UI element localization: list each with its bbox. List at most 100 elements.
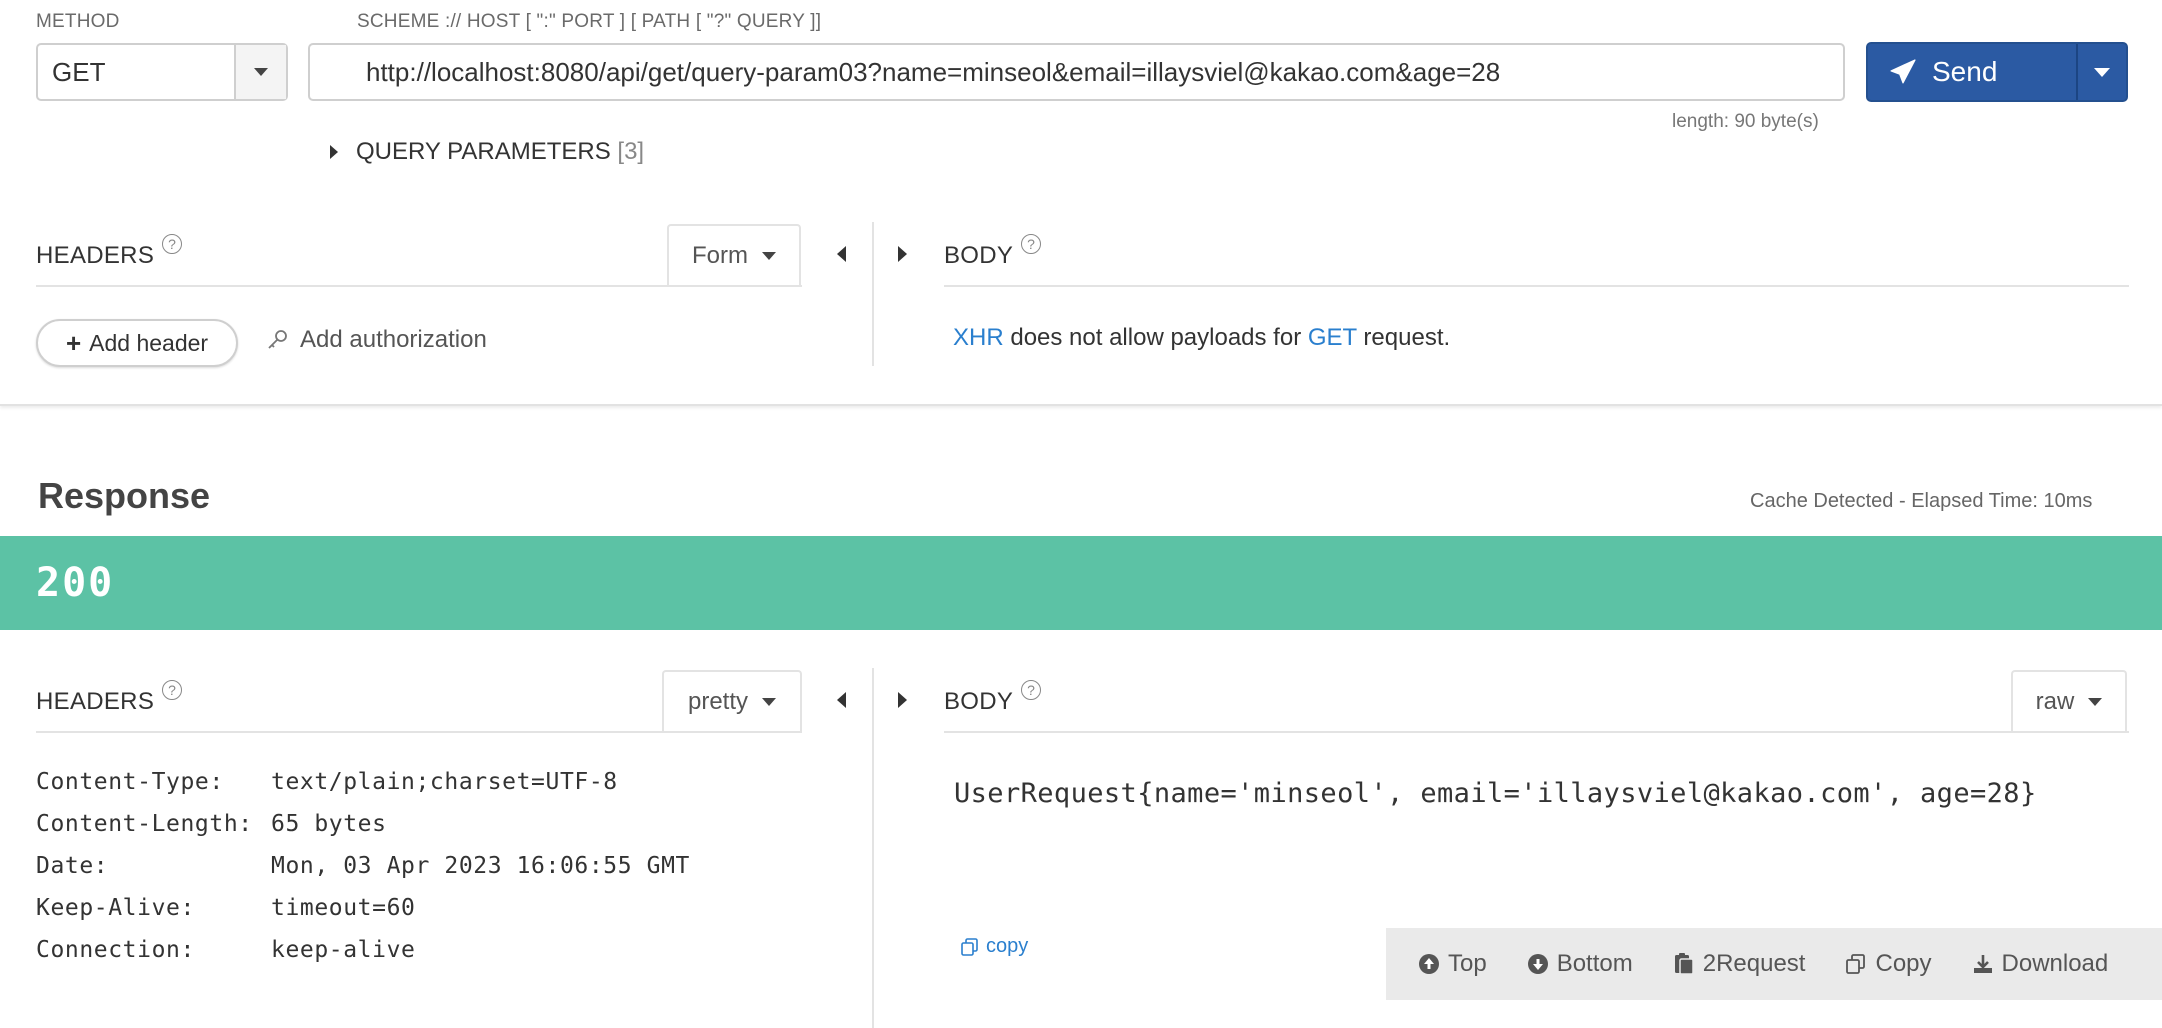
chevron-down-icon <box>2088 698 2103 706</box>
send-options-dropdown[interactable] <box>2076 44 2126 100</box>
arrow-down-circle-icon <box>1527 954 1548 974</box>
header-key: Content-Type: <box>36 769 224 795</box>
scroll-top-button[interactable]: Top <box>1418 950 1487 978</box>
response-body-divider <box>944 731 2129 733</box>
body-note-end: request. <box>1356 324 1451 351</box>
download-button[interactable]: Download <box>1972 950 2109 978</box>
to-request-button[interactable]: 2Request <box>1673 950 1806 978</box>
headers-mode-dropdown[interactable]: Form <box>667 224 801 286</box>
request-body-title: BODY ? <box>944 234 1042 270</box>
query-parameters-count: [3] <box>617 138 645 165</box>
request-split-divider[interactable] <box>872 222 874 366</box>
copy-button[interactable]: Copy <box>1845 950 1932 978</box>
response-body-title: BODY ? <box>944 680 1042 716</box>
collapse-right-icon[interactable] <box>898 692 907 708</box>
chevron-down-icon <box>762 698 777 706</box>
arrow-up-circle-icon <box>1419 954 1439 974</box>
add-header-label: Add header <box>89 329 209 356</box>
header-row: Content-Type: text/plain;charset=UTF-8 <box>36 761 690 803</box>
download-label: Download <box>2001 950 2109 977</box>
header-key: Keep-Alive: <box>36 895 195 921</box>
header-row: Keep-Alive: timeout=60 <box>36 887 690 929</box>
add-authorization-label: Add authorization <box>300 326 487 353</box>
method-dropdown-toggle[interactable] <box>234 45 286 99</box>
response-headers-divider <box>36 731 802 733</box>
top-label: Top <box>1448 950 1487 977</box>
copy-link-label: copy <box>986 935 1029 957</box>
copy-label: Copy <box>1875 950 1932 977</box>
response-title: Response <box>38 475 211 516</box>
send-button[interactable]: Send <box>1868 44 2076 100</box>
body-note-text: does not allow payloads for <box>1003 324 1308 351</box>
request-body-divider <box>944 285 2129 287</box>
header-row: Connection: keep-alive <box>36 929 690 971</box>
collapse-left-icon[interactable] <box>837 246 846 262</box>
request-headers-title: HEADERS ? <box>36 234 183 270</box>
url-length-info: length: 90 byte(s) <box>1672 111 1819 132</box>
key-icon <box>268 330 287 349</box>
header-value: 65 bytes <box>271 811 387 837</box>
header-value: keep-alive <box>271 937 416 963</box>
response-toolbar: Top Bottom 2Request Copy Download <box>1386 928 2162 1000</box>
request-headers-divider <box>36 285 802 287</box>
response-headers-title-text: HEADERS <box>36 688 155 715</box>
query-parameters-label: QUERY PARAMETERS <box>356 138 611 165</box>
response-body-mode-dropdown[interactable]: raw <box>2011 670 2127 732</box>
send-button-label: Send <box>1932 56 1998 87</box>
header-row: Content-Length: 65 bytes <box>36 803 690 845</box>
query-parameters-toggle[interactable]: QUERY PARAMETERS [3] <box>330 138 644 166</box>
status-code: 200 <box>36 560 115 606</box>
chevron-right-icon <box>330 145 338 159</box>
header-key: Connection: <box>36 937 195 963</box>
request-headers-title-text: HEADERS <box>36 242 155 269</box>
help-icon[interactable]: ? <box>162 680 183 700</box>
chevron-down-icon <box>762 252 776 260</box>
request-body-note: XHR does not allow payloads for GET requ… <box>953 324 1450 352</box>
plus-icon: + <box>65 327 82 358</box>
chevron-down-icon <box>254 68 268 76</box>
paper-plane-icon <box>1890 59 1916 84</box>
header-value: timeout=60 <box>271 895 416 921</box>
help-icon[interactable]: ? <box>162 234 183 254</box>
method-label: METHOD <box>36 11 120 32</box>
help-icon[interactable]: ? <box>1021 680 1042 700</box>
header-value: text/plain;charset=UTF-8 <box>271 769 618 795</box>
response-split-divider[interactable] <box>872 668 874 1028</box>
send-button-group: Send <box>1866 42 2128 102</box>
chevron-down-icon <box>2094 67 2110 77</box>
response-headers-mode-label: pretty <box>687 688 749 715</box>
xhr-link[interactable]: XHR <box>953 324 1004 351</box>
download-icon <box>1973 955 1992 973</box>
bottom-label: Bottom <box>1556 950 1633 977</box>
header-row: Date: Mon, 03 Apr 2023 16:06:55 GMT <box>36 845 690 887</box>
response-headers-mode-dropdown[interactable]: pretty <box>662 670 802 732</box>
method-value: GET <box>52 57 106 87</box>
request-body-title-text: BODY <box>944 242 1014 269</box>
headers-mode-label: Form <box>692 242 748 269</box>
header-value: Mon, 03 Apr 2023 16:06:55 GMT <box>271 853 690 879</box>
response-body-mode-label: raw <box>2035 688 2075 715</box>
add-authorization-link[interactable]: Add authorization <box>266 326 487 354</box>
add-header-button[interactable]: + Add header <box>36 319 238 367</box>
header-key: Date: <box>36 853 109 879</box>
clipboard-icon <box>1674 953 1694 975</box>
copy-body-link[interactable]: copy <box>960 935 1028 958</box>
copy-icon <box>1846 954 1866 974</box>
url-input[interactable]: http://localhost:8080/api/get/query-para… <box>308 43 1845 101</box>
to-request-label: 2Request <box>1702 950 1806 977</box>
response-headers-list: Content-Type: text/plain;charset=UTF-8 Co… <box>36 761 690 971</box>
header-key: Content-Length: <box>36 811 253 837</box>
response-headers-title: HEADERS ? <box>36 680 183 716</box>
status-bar <box>0 536 2162 630</box>
method-select[interactable]: GET <box>36 43 288 101</box>
get-link[interactable]: GET <box>1308 324 1357 351</box>
copy-icon <box>961 937 978 956</box>
elapsed-time-info: Cache Detected - Elapsed Time: 10ms <box>1750 490 2093 512</box>
response-body-title-text: BODY <box>944 688 1014 715</box>
collapse-right-icon[interactable] <box>898 246 907 262</box>
scroll-bottom-button[interactable]: Bottom <box>1527 950 1633 978</box>
response-body-content[interactable]: UserRequest{name='minseol', email='illay… <box>954 778 2037 809</box>
help-icon[interactable]: ? <box>1021 234 1042 254</box>
collapse-left-icon[interactable] <box>837 692 846 708</box>
url-label: SCHEME :// HOST [ ":" PORT ] [ PATH [ "?… <box>357 11 822 32</box>
